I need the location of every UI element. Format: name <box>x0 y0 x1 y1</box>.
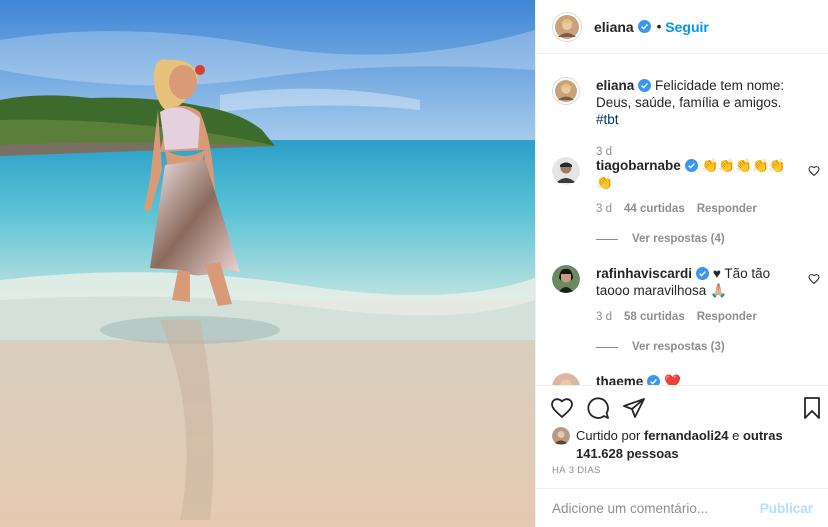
liked-by-prefix: Curtido por <box>576 428 641 443</box>
separator-dot: • <box>656 19 662 34</box>
reply-button[interactable]: Responder <box>697 311 757 323</box>
verified-icon <box>638 79 652 92</box>
post-actions: Curtido por fernandaoli24 e outras 141.6… <box>536 385 828 527</box>
comment-likes[interactable]: 44 curtidas <box>624 203 685 215</box>
add-comment-bar: Adicione um comentário... Publicar <box>536 488 828 527</box>
comment-body: tiagobarnabe 👏👏👏👏👏👏 <box>596 157 796 191</box>
action-icon-row <box>550 396 820 422</box>
verified-icon <box>696 267 710 280</box>
author-username[interactable]: eliana <box>594 19 634 35</box>
comment-username[interactable]: tiagobarnabe <box>596 158 681 173</box>
comment-time[interactable]: 3 d <box>596 311 612 323</box>
comment-username[interactable]: thaeme <box>596 374 643 385</box>
caption-avatar[interactable] <box>552 77 580 105</box>
comment-likes[interactable]: 58 curtidas <box>624 311 685 323</box>
comment-like-heart-icon[interactable] <box>808 273 820 285</box>
liked-by-connector: e <box>732 428 740 443</box>
follow-button[interactable]: Seguir <box>665 19 709 35</box>
add-comment-input[interactable]: Adicione um comentário... <box>552 501 760 516</box>
liked-by: Curtido por fernandaoli24 e outras 141.6… <box>552 427 822 463</box>
view-replies-button[interactable]: Ver respostas (3) <box>596 341 725 353</box>
caption-username[interactable]: eliana <box>596 78 634 93</box>
reply-button[interactable]: Responder <box>697 203 757 215</box>
beach-photo-image <box>0 0 535 527</box>
comment-username[interactable]: rafinhaviscardi <box>596 266 692 281</box>
verified-icon <box>637 20 651 33</box>
post-side-panel: eliana • Seguir eliana Felicidade tem no… <box>535 0 828 527</box>
bookmark-icon[interactable] <box>800 396 824 420</box>
replies-divider <box>596 346 618 348</box>
comment-meta: 3 d 58 curtidas Responder <box>596 311 757 323</box>
commenter-avatar[interactable] <box>552 265 580 293</box>
author-avatar[interactable] <box>552 11 582 42</box>
comment-icon[interactable] <box>586 396 610 420</box>
post-photo[interactable] <box>0 0 535 527</box>
comment-body: rafinhaviscardi ♥ Tão tão taooo maravilh… <box>596 265 796 299</box>
view-replies-label: Ver respostas (4) <box>632 233 725 245</box>
commenter-avatar[interactable] <box>552 373 580 385</box>
commenter-avatar[interactable] <box>552 157 580 185</box>
comment-text: ❤️ <box>664 374 681 385</box>
liked-by-user[interactable]: fernandaoli24 <box>644 428 729 443</box>
share-icon[interactable] <box>622 396 646 420</box>
caption-hashtag[interactable]: #tbt <box>596 112 619 127</box>
comment-time[interactable]: 3 d <box>596 203 612 215</box>
verified-icon <box>684 159 698 172</box>
view-replies-label: Ver respostas (3) <box>632 341 725 353</box>
view-replies-button[interactable]: Ver respostas (4) <box>596 233 725 245</box>
publish-button[interactable]: Publicar <box>760 501 813 516</box>
post-timestamp[interactable]: HÁ 3 DIAS <box>552 465 601 476</box>
verified-icon <box>647 375 661 385</box>
comments-list[interactable]: eliana Felicidade tem nome: Deus, saúde,… <box>536 55 828 385</box>
comment-body: thaeme ❤️ <box>596 373 796 385</box>
heart-icon[interactable] <box>550 396 574 420</box>
comment-meta: 3 d 44 curtidas Responder <box>596 203 757 215</box>
comment-like-heart-icon[interactable] <box>808 165 820 177</box>
liker-avatar[interactable] <box>552 427 570 445</box>
post-header: eliana • Seguir <box>536 0 828 54</box>
replies-divider <box>596 238 618 240</box>
caption-body: eliana Felicidade tem nome: Deus, saúde,… <box>596 77 796 128</box>
